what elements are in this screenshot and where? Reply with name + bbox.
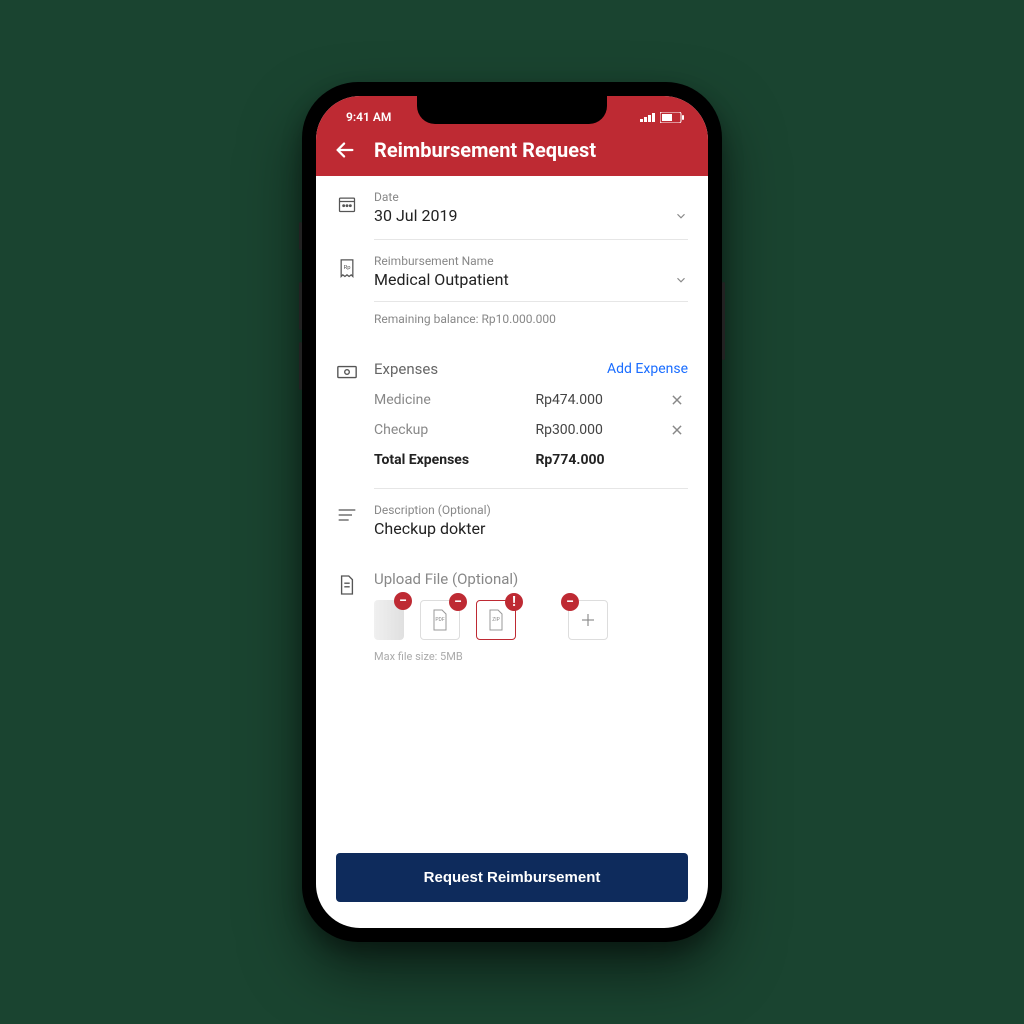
- receipt-icon: Rp: [337, 258, 357, 280]
- total-label: Total Expenses: [374, 452, 535, 468]
- error-badge-icon[interactable]: !: [505, 593, 523, 611]
- upload-label: Upload File (Optional): [374, 570, 688, 588]
- upload-section: Upload File (Optional) − PDF −: [316, 552, 708, 677]
- date-value: 30 Jul 2019: [374, 206, 457, 225]
- plus-icon: [579, 611, 597, 629]
- zip-label: ZIP: [492, 617, 500, 623]
- description-label: Description (Optional): [374, 503, 688, 517]
- back-button[interactable]: [334, 139, 356, 161]
- date-label: Date: [374, 190, 688, 204]
- remove-badge-icon[interactable]: −: [561, 593, 579, 611]
- arrow-left-icon: [334, 139, 356, 161]
- svg-text:Rp: Rp: [344, 265, 351, 271]
- description-value: Checkup dokter: [374, 519, 485, 538]
- expense-total: Total Expenses Rp774.000: [374, 452, 688, 468]
- upload-thumbnail-zip-error[interactable]: ZIP !: [476, 600, 516, 640]
- remove-expense-button[interactable]: [670, 393, 688, 407]
- name-label: Reimbursement Name: [374, 254, 688, 268]
- upload-thumbnail-pdf[interactable]: PDF −: [420, 600, 460, 640]
- upload-max-size: Max file size: 5MB: [374, 650, 688, 663]
- expense-amount: Rp300.000: [535, 422, 670, 438]
- status-time: 9:41 AM: [334, 110, 391, 124]
- expense-item: Checkup Rp300.000: [374, 422, 688, 438]
- chevron-down-icon: [674, 273, 688, 287]
- page-title: Reimbursement Request: [374, 138, 596, 162]
- pdf-label: PDF: [435, 617, 444, 623]
- status-indicators: [640, 112, 690, 123]
- request-reimbursement-button[interactable]: Request Reimbursement: [336, 853, 688, 902]
- expense-amount: Rp474.000: [535, 392, 670, 408]
- close-icon: [670, 423, 684, 437]
- battery-icon: [660, 112, 684, 123]
- name-value: Medical Outpatient: [374, 270, 509, 289]
- money-icon: [336, 364, 358, 380]
- close-icon: [670, 393, 684, 407]
- date-field[interactable]: Date 30 Jul 2019: [316, 176, 708, 239]
- total-amount: Rp774.000: [535, 452, 670, 468]
- upload-thumbnail-image[interactable]: −: [374, 600, 404, 640]
- expense-name: Medicine: [374, 392, 535, 408]
- calendar-icon: [337, 194, 357, 214]
- description-field[interactable]: Description (Optional) Checkup dokter: [316, 489, 708, 552]
- expenses-section: Expenses Add Expense Medicine Rp474.000 …: [316, 340, 708, 482]
- chevron-down-icon: [674, 209, 688, 223]
- footer: Request Reimbursement: [316, 837, 708, 928]
- text-lines-icon: [337, 507, 357, 523]
- remove-expense-button[interactable]: [670, 423, 688, 437]
- remaining-balance: Remaining balance: Rp10.000.000: [374, 312, 688, 326]
- add-expense-link[interactable]: Add Expense: [607, 361, 688, 377]
- remove-badge-icon[interactable]: −: [449, 593, 467, 611]
- form-content: Date 30 Jul 2019 Rp: [316, 176, 708, 837]
- file-icon: [338, 574, 356, 596]
- expenses-title: Expenses: [374, 360, 438, 378]
- add-upload-button[interactable]: −: [568, 600, 608, 640]
- reimbursement-name-field[interactable]: Rp Reimbursement Name Medical Outpatient…: [316, 240, 708, 340]
- expense-item: Medicine Rp474.000: [374, 392, 688, 408]
- remove-badge-icon[interactable]: −: [394, 592, 412, 610]
- expense-name: Checkup: [374, 422, 535, 438]
- signal-icon: [640, 112, 656, 122]
